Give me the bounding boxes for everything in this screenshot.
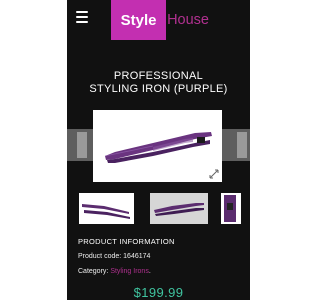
product-info-heading: PRODUCT INFORMATION <box>78 237 175 246</box>
product-category: Category: Styling Irons. <box>78 268 151 275</box>
site-header: Style House <box>67 0 250 42</box>
hamburger-menu-icon[interactable] <box>76 11 88 23</box>
logo-house-text: House <box>167 12 209 28</box>
product-category-label: Category: <box>78 268 109 275</box>
gallery-prev-button[interactable] <box>77 132 87 158</box>
product-title-line-2: STYLING IRON (PURPLE) <box>89 83 228 95</box>
product-category-suffix: . <box>148 268 151 275</box>
product-main-image[interactable] <box>93 110 222 182</box>
gallery-next-button[interactable] <box>237 132 247 158</box>
site-logo[interactable]: Style House <box>111 0 209 40</box>
product-price: $199.99 <box>133 285 184 300</box>
product-title-line-1: PROFESSIONAL <box>113 70 204 82</box>
logo-style-text: Style <box>111 0 167 40</box>
mobile-page: Style House PROFESSIONAL STYLING IRON (P… <box>67 0 250 300</box>
product-code-value: 1646174 <box>123 253 151 260</box>
gallery-thumbnail[interactable] <box>221 193 241 224</box>
expand-icon[interactable] <box>209 166 219 179</box>
gallery-thumbnail[interactable] <box>150 193 208 224</box>
product-code: Product code: 1646174 <box>78 253 150 260</box>
product-category-link[interactable]: Styling Irons <box>110 268 149 275</box>
gallery-thumbnail[interactable] <box>79 193 134 224</box>
product-title: PROFESSIONAL STYLING IRON (PURPLE) <box>67 70 250 96</box>
product-code-label: Product code: <box>78 253 122 260</box>
